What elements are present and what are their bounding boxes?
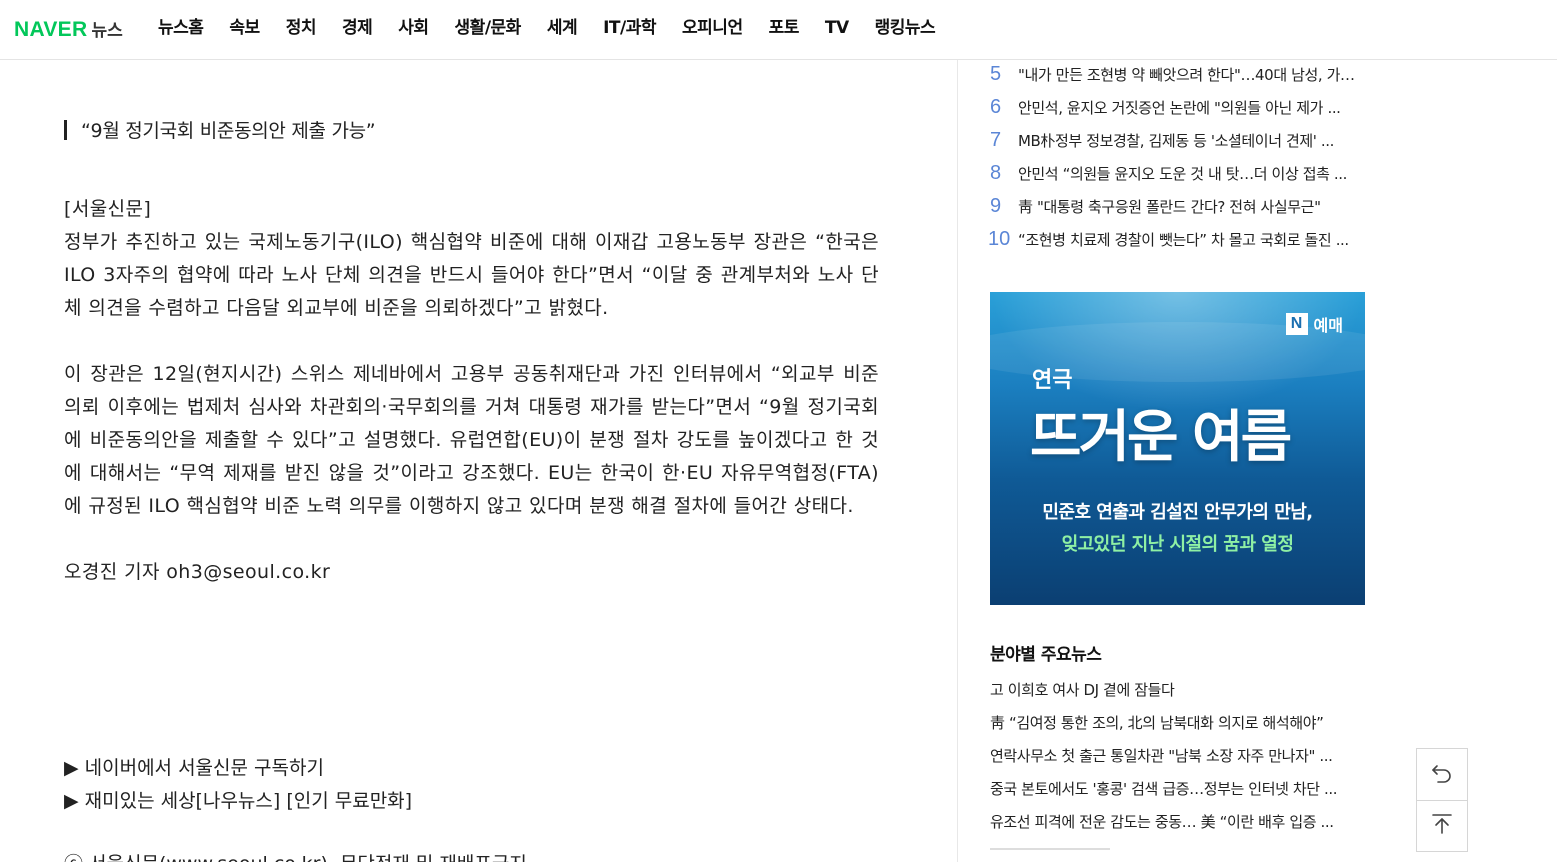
rank-title[interactable]: 안민석 “의원들 윤지오 도운 것 내 탓…더 이상 접촉 ... <box>1018 163 1358 184</box>
menu-item-it-science[interactable]: IT/과학 <box>603 16 656 40</box>
ranking-news-list: 5 "내가 만든 조현병 약 빼앗으려 한다"…40대 남성, 가족 ... 6… <box>988 58 1368 256</box>
article-source: [서울신문] <box>64 198 152 220</box>
section-divider <box>990 848 1110 850</box>
rank-title[interactable]: MB朴정부 정보경찰, 김제동 등 '소셜테이너 견제' ... <box>1018 130 1358 151</box>
ranking-item[interactable]: 9 靑 "대통령 축구응원 폴란드 간다? 전혀 사실무근" <box>988 190 1368 223</box>
section-news-title: 분야별 주요뉴스 <box>990 645 1102 665</box>
naver-n-icon: N <box>1285 313 1308 335</box>
menu-item-economy[interactable]: 경제 <box>342 16 373 40</box>
article-body: [서울신문] 정부가 추진하고 있는 국제노동기구(ILO) 핵심협약 비준에 … <box>64 193 879 622</box>
article-promo-links: ▶ 네이버에서 서울신문 구독하기 ▶ 재미있는 세상[나우뉴스] [인기 무료만화… <box>64 752 412 818</box>
now-news-link-label: 재미있는 세상[나우뉴스] [인기 무료만화] <box>84 790 413 812</box>
ranking-item[interactable]: 5 "내가 만든 조현병 약 빼앗으려 한다"…40대 남성, 가족 ... <box>988 58 1368 91</box>
ranking-item[interactable]: 7 MB朴정부 정보경찰, 김제동 등 '소셜테이너 견제' ... <box>988 124 1368 157</box>
ranking-item[interactable]: 6 안민석, 윤지오 거짓증언 논란에 "의원들 아닌 제가 ... <box>988 91 1368 124</box>
floating-buttons <box>1416 748 1468 852</box>
ranking-item[interactable]: 10 “조현병 치료제 경찰이 뺏는다” 차 몰고 국회로 돌진 ... <box>988 223 1368 256</box>
menu-item-news-home[interactable]: 뉴스홈 <box>158 16 204 40</box>
article-byline: 오경진 기자 oh3@seoul.co.kr <box>64 561 331 583</box>
subscribe-link[interactable]: ▶ 네이버에서 서울신문 구독하기 <box>64 752 412 785</box>
undo-arrow-icon <box>1430 761 1454 789</box>
menu-item-ranking[interactable]: 랭킹뉴스 <box>875 16 936 40</box>
news-logo-text[interactable]: 뉴스 <box>91 16 122 41</box>
back-button[interactable] <box>1417 749 1467 800</box>
ad-title: 뜨거운 여름 <box>1030 405 1292 470</box>
copyright-line: ⓒ 서울신문(www.seoul.co.kr), 무단전재 및 재배포금지 <box>64 848 527 862</box>
ad-genre: 연극 <box>1032 368 1073 393</box>
play-arrow-icon: ▶ <box>64 757 79 779</box>
ad-tagline-1: 민준호 연출과 김설진 안무가의 만남, <box>1042 502 1313 523</box>
ad-brand-label: 예매 <box>1313 316 1343 335</box>
list-item[interactable]: 靑 “김여정 통한 조의, 北의 남북대화 의지로 해석해야” <box>990 707 1366 740</box>
subtitle-text: “9월 정기국회 비준동의안 제출 가능” <box>81 120 376 142</box>
menu-item-tv[interactable]: TV <box>825 16 849 40</box>
list-item[interactable]: 중국 본토에서도 '홍콩' 검색 급증…정부는 인터넷 차단 ... <box>990 773 1366 806</box>
ranking-item[interactable]: 8 안민석 “의원들 윤지오 도운 것 내 탓…더 이상 접촉 ... <box>988 157 1368 190</box>
rank-number: 9 <box>990 195 1002 217</box>
column-divider <box>957 60 958 862</box>
menu-item-breaking[interactable]: 속보 <box>229 16 260 40</box>
section-menu: 뉴스홈 속보 정치 경제 사회 생활/문화 세계 IT/과학 오피니언 포토 T… <box>158 16 961 40</box>
article-paragraph: 정부가 추진하고 있는 국제노동기구(ILO) 핵심협약 비준에 대해 이재갑 … <box>64 231 879 319</box>
rank-number: 8 <box>990 162 1002 184</box>
subtitle-bar <box>64 119 67 140</box>
article-subtitle: “9월 정기국회 비준동의안 제출 가능” <box>64 116 376 143</box>
naver-logo-text[interactable]: NAVER <box>14 18 87 42</box>
menu-item-photo[interactable]: 포토 <box>769 16 800 40</box>
naver-news-logo[interactable]: NAVER 뉴스 <box>14 16 123 42</box>
rank-title[interactable]: “조현병 치료제 경찰이 뺏는다” 차 몰고 국회로 돌진 ... <box>1018 229 1358 250</box>
menu-item-politics[interactable]: 정치 <box>286 16 317 40</box>
article-paragraph: 이 장관은 12일(현지시간) 스위스 제네바에서 고용부 공동취재단과 가진 … <box>64 363 879 517</box>
scroll-top-button[interactable] <box>1417 800 1467 851</box>
rank-number: 10 <box>988 228 1011 250</box>
list-item[interactable]: 고 이희호 여사 DJ 곁에 잠들다 <box>990 674 1366 707</box>
rank-number: 7 <box>990 129 1002 151</box>
rank-title[interactable]: "내가 만든 조현병 약 빼앗으려 한다"…40대 남성, 가족 ... <box>1018 64 1358 85</box>
play-arrow-icon: ▶ <box>64 790 79 812</box>
menu-item-opinion[interactable]: 오피니언 <box>682 16 743 40</box>
ad-tagline-2: 잊고있던 지난 시절의 꿈과 열정 <box>1061 534 1294 555</box>
list-item[interactable]: 연락사무소 첫 출근 통일차관 "남북 소장 자주 만나자" ... <box>990 740 1366 773</box>
now-news-link[interactable]: ▶ 재미있는 세상[나우뉴스] [인기 무료만화] <box>64 785 412 818</box>
menu-item-world[interactable]: 세계 <box>547 16 578 40</box>
section-news: 분야별 주요뉴스 고 이희호 여사 DJ 곁에 잠들다 靑 “김여정 통한 조의… <box>990 640 1368 839</box>
subscribe-link-label: 네이버에서 서울신문 구독하기 <box>84 757 324 779</box>
rank-number: 6 <box>990 96 1002 118</box>
ad-brand-badge: N 예매 <box>1285 312 1343 336</box>
rank-title[interactable]: 靑 "대통령 축구응원 폴란드 간다? 전혀 사실무근" <box>1018 196 1358 217</box>
menu-item-life-culture[interactable]: 생활/문화 <box>455 16 522 40</box>
rank-number: 5 <box>990 63 1002 85</box>
ad-banner[interactable]: N 예매 연극 뜨거운 여름 민준호 연출과 김설진 안무가의 만남, 잊고있던… <box>990 292 1365 605</box>
list-item[interactable]: 유조선 피격에 전운 감도는 중동… 美 “이란 배후 입증 ... <box>990 806 1366 839</box>
scroll-to-top-icon <box>1430 812 1454 840</box>
rank-title[interactable]: 안민석, 윤지오 거짓증언 논란에 "의원들 아닌 제가 ... <box>1018 97 1358 118</box>
section-news-list: 고 이희호 여사 DJ 곁에 잠들다 靑 “김여정 통한 조의, 北의 남북대화… <box>990 674 1368 839</box>
top-navigation: NAVER 뉴스 뉴스홈 속보 정치 경제 사회 생활/문화 세계 IT/과학 … <box>0 0 1557 60</box>
menu-item-society[interactable]: 사회 <box>398 16 429 40</box>
